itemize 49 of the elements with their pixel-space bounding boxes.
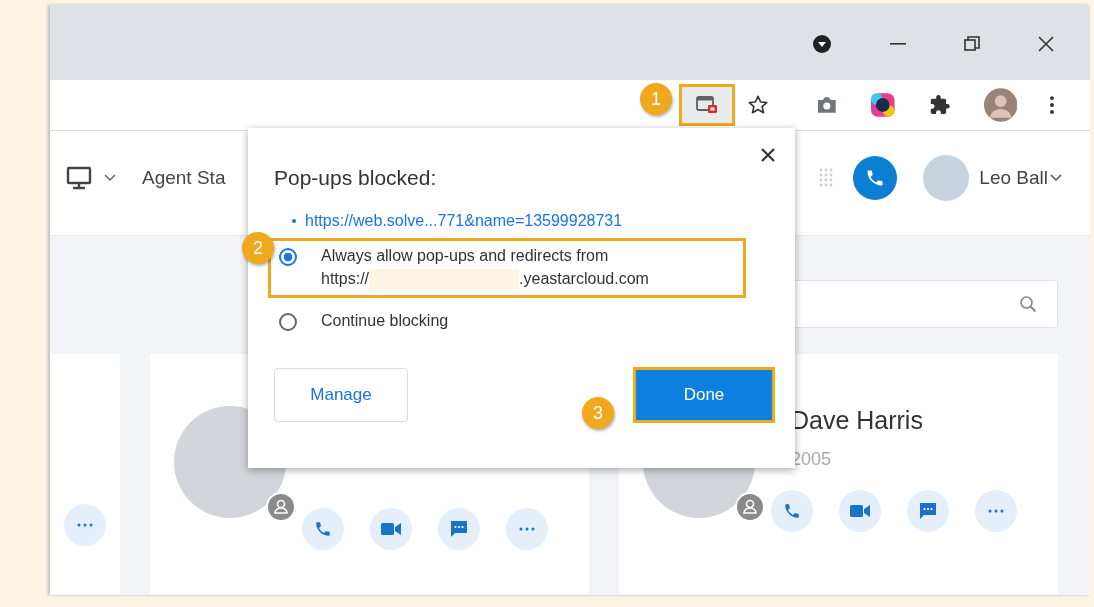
- person-badge-icon: [265, 492, 296, 522]
- call-button[interactable]: [853, 156, 898, 200]
- colorful-ring-icon[interactable]: [870, 92, 896, 118]
- phone-icon: [782, 502, 801, 520]
- more-icon: [987, 509, 1004, 513]
- search-icon: [1019, 295, 1037, 313]
- more-icon: [76, 523, 93, 527]
- profile-dropdown-icon[interactable]: [812, 33, 832, 54]
- radio-button[interactable]: [279, 313, 297, 331]
- close-icon[interactable]: [1038, 35, 1054, 52]
- radio-button[interactable]: [279, 248, 297, 266]
- star-icon[interactable]: [746, 94, 769, 116]
- minimize-icon[interactable]: [890, 42, 906, 45]
- video-camera-icon: [849, 504, 870, 518]
- option-label: Always allow pop-ups and redirects from: [321, 247, 610, 265]
- video-camera-icon: [380, 522, 401, 536]
- more-icon: [518, 527, 535, 531]
- video-call-button[interactable]: [369, 508, 412, 550]
- radio-option[interactable]: Always allow pop-ups and redirects from https:// .yeastarcloud.com: [268, 238, 746, 298]
- option-label: Continue blocking: [321, 312, 449, 330]
- blocked-popup-link[interactable]: https://web.solve...771&name=13599928731: [305, 212, 623, 230]
- menu-icon[interactable]: [1050, 96, 1054, 114]
- chat-button[interactable]: [437, 508, 480, 550]
- chat-icon: [918, 502, 937, 520]
- person-badge-icon: [734, 492, 765, 522]
- option-url: .yeastarcloud.com: [519, 270, 649, 288]
- puzzle-icon[interactable]: [929, 94, 951, 116]
- call-button[interactable]: [301, 508, 344, 550]
- restore-icon[interactable]: [964, 35, 980, 52]
- chat-icon: [449, 520, 468, 538]
- monitor-icon[interactable]: [66, 166, 92, 190]
- phone-icon: [865, 168, 886, 188]
- popup-title: Pop-ups blocked:: [274, 166, 438, 190]
- profile-avatar-icon[interactable]: [983, 88, 1018, 122]
- chevron-down-icon[interactable]: [1050, 174, 1062, 182]
- chat-button[interactable]: [906, 490, 949, 532]
- user-menu[interactable]: Leo Ball: [979, 167, 1048, 189]
- agent-status-menu[interactable]: Agent Sta: [142, 167, 226, 189]
- manage-button[interactable]: Manage: [274, 368, 408, 422]
- call-button[interactable]: [770, 490, 813, 532]
- done-button[interactable]: Done: [636, 370, 772, 420]
- radio-option[interactable]: Continue blocking: [274, 306, 775, 337]
- close-icon[interactable]: [761, 148, 775, 162]
- option-url: https://: [321, 270, 370, 288]
- phone-icon: [313, 520, 332, 538]
- camera-icon[interactable]: [815, 96, 838, 114]
- blocked-popup-icon[interactable]: [695, 96, 718, 114]
- video-call-button[interactable]: [838, 490, 881, 532]
- chevron-down-icon[interactable]: [104, 174, 116, 182]
